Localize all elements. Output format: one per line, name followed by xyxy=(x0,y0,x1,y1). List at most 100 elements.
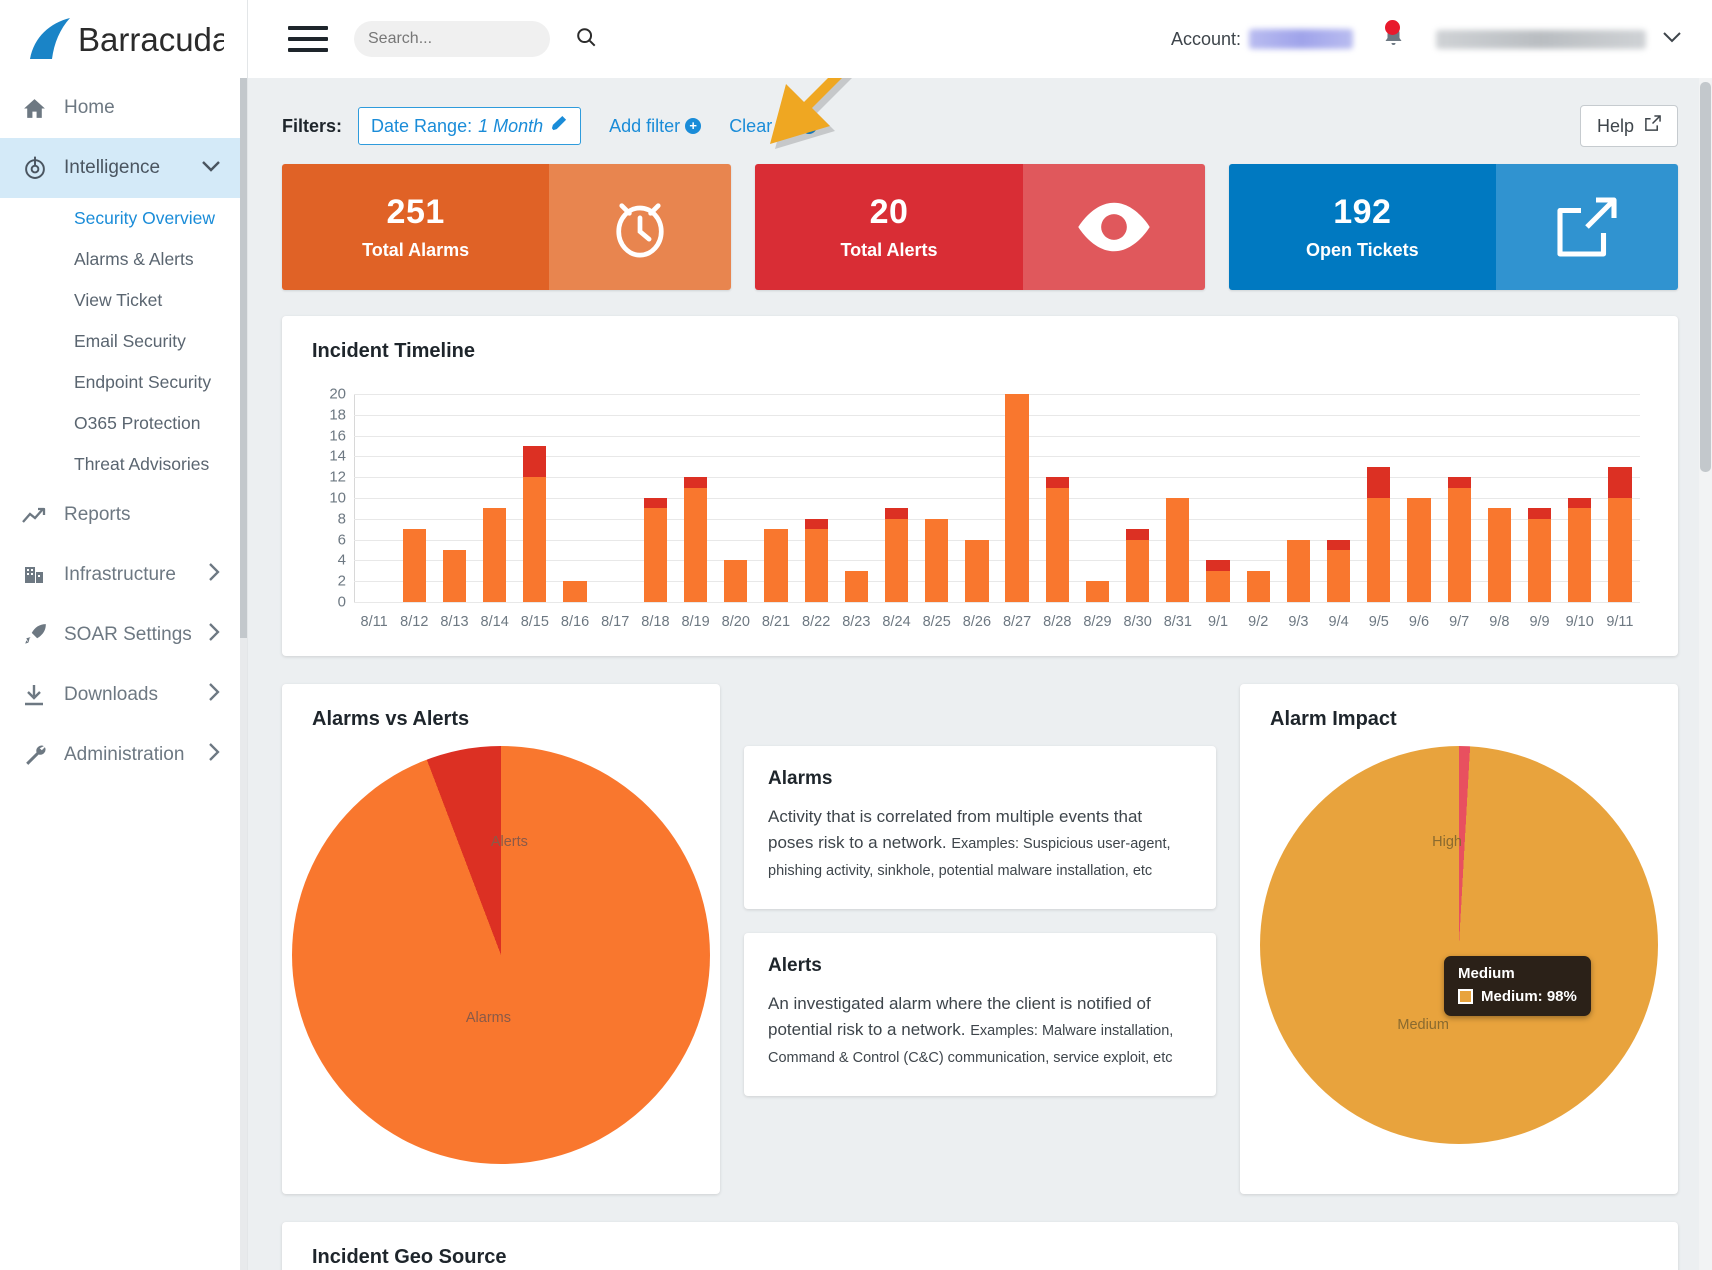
bar-segment-alerts[interactable] xyxy=(683,477,708,488)
stacked-bar[interactable] xyxy=(483,508,507,602)
bar-segment-alerts[interactable] xyxy=(884,508,909,519)
stacked-bar[interactable] xyxy=(1085,581,1110,602)
barracuda-logo[interactable]: Barracuda. xyxy=(0,0,247,78)
bar-segment-alarms[interactable] xyxy=(925,518,949,602)
chevron-right-icon[interactable] xyxy=(208,742,221,768)
bar-segment-alarms[interactable] xyxy=(523,477,547,602)
stacked-bar[interactable] xyxy=(1608,466,1632,602)
bar-segment-alarms[interactable] xyxy=(683,487,708,602)
bar-segment-alarms[interactable] xyxy=(764,529,788,602)
bar-segment-alarms[interactable] xyxy=(563,581,587,602)
bar-segment-alarms[interactable] xyxy=(1326,550,1351,602)
bar-segment-alarms[interactable] xyxy=(1447,487,1471,602)
bar-group[interactable]: 8/16 xyxy=(555,394,595,630)
bar-group[interactable]: 8/31 xyxy=(1158,394,1198,630)
bar-segment-alarms[interactable] xyxy=(804,529,828,602)
stacked-bar[interactable] xyxy=(1005,394,1029,602)
stacked-bar[interactable] xyxy=(523,446,547,602)
stacked-bar[interactable] xyxy=(1487,508,1511,602)
alarm-impact-pie[interactable]: High Medium xyxy=(1240,746,1678,1144)
bar-segment-alarms[interactable] xyxy=(1568,508,1592,602)
bar-group[interactable]: 9/5 xyxy=(1359,394,1399,630)
chevron-right-icon[interactable] xyxy=(208,562,221,588)
bar-segment-alarms[interactable] xyxy=(724,560,748,602)
bar-segment-alarms[interactable] xyxy=(1045,487,1069,602)
bar-segment-alarms[interactable] xyxy=(884,518,909,602)
bar-group[interactable]: 8/24 xyxy=(876,394,916,630)
bar-segment-alerts[interactable] xyxy=(1326,539,1351,550)
stat-card-total-alerts[interactable]: 20 Total Alerts xyxy=(755,164,1205,290)
chevron-down-icon[interactable] xyxy=(1662,30,1682,48)
bar-group[interactable]: 8/14 xyxy=(475,394,515,630)
bar-segment-alarms[interactable] xyxy=(402,529,426,602)
sidebar-item-o365-protection[interactable]: O365 Protection xyxy=(0,403,247,444)
sidebar-item-administration[interactable]: Administration xyxy=(0,725,247,785)
alarms-vs-alerts-pie[interactable]: Alerts Alarms xyxy=(282,746,720,1164)
bar-segment-alarms[interactable] xyxy=(1085,581,1110,602)
bar-segment-alerts[interactable] xyxy=(1367,466,1391,499)
stacked-bar[interactable] xyxy=(884,508,909,602)
stacked-bar[interactable] xyxy=(1166,498,1190,602)
stacked-bar[interactable] xyxy=(1286,539,1311,602)
bar-group[interactable]: 8/27 xyxy=(997,394,1037,630)
sidebar-item-alarms-alerts[interactable]: Alarms & Alerts xyxy=(0,239,247,280)
bar-segment-alarms[interactable] xyxy=(1246,570,1270,602)
bar-segment-alarms[interactable] xyxy=(1367,498,1391,602)
bar-group[interactable]: 8/12 xyxy=(394,394,434,630)
bar-segment-alerts[interactable] xyxy=(804,518,828,530)
chevron-right-icon[interactable] xyxy=(208,622,221,648)
bar-segment-alarms[interactable] xyxy=(1126,539,1150,602)
sidebar-item-view-ticket[interactable]: View Ticket xyxy=(0,280,247,321)
stacked-bar[interactable] xyxy=(724,560,748,602)
stacked-bar[interactable] xyxy=(804,518,828,602)
stacked-bar[interactable] xyxy=(1527,508,1552,602)
bar-group[interactable]: 8/30 xyxy=(1118,394,1158,630)
stacked-bar[interactable] xyxy=(925,518,949,602)
sidebar-item-email-security[interactable]: Email Security xyxy=(0,321,247,362)
stacked-bar[interactable] xyxy=(1246,570,1270,602)
bar-group[interactable]: 8/22 xyxy=(796,394,836,630)
bar-segment-alarms[interactable] xyxy=(844,570,868,602)
stacked-bar[interactable] xyxy=(1367,466,1391,602)
stacked-bar[interactable] xyxy=(442,550,467,602)
bar-group[interactable]: 9/10 xyxy=(1560,394,1600,630)
bar-segment-alerts[interactable] xyxy=(1568,498,1592,509)
bar-segment-alarms[interactable] xyxy=(643,508,668,602)
bar-segment-alerts[interactable] xyxy=(1527,508,1552,519)
pie-chart[interactable]: High Medium xyxy=(1260,746,1658,1144)
pie-chart[interactable]: Alerts Alarms xyxy=(292,746,710,1164)
bar-group[interactable]: 8/26 xyxy=(957,394,997,630)
sidebar-item-threat-advisories[interactable]: Threat Advisories xyxy=(0,444,247,485)
bar-group[interactable]: 9/3 xyxy=(1278,394,1318,630)
stacked-bar[interactable] xyxy=(643,498,668,602)
bar-segment-alarms[interactable] xyxy=(965,539,989,602)
sidebar-scrollbar-thumb[interactable] xyxy=(240,78,247,638)
bar-segment-alerts[interactable] xyxy=(1126,529,1150,540)
bar-segment-alerts[interactable] xyxy=(1045,477,1069,488)
stat-card-total-alarms[interactable]: 251 Total Alarms xyxy=(282,164,732,290)
bar-group[interactable]: 8/21 xyxy=(756,394,796,630)
sidebar-item-home[interactable]: Home xyxy=(0,78,247,138)
bar-group[interactable]: 9/7 xyxy=(1439,394,1479,630)
notification-bell-icon[interactable] xyxy=(1381,19,1406,55)
search-icon[interactable] xyxy=(575,26,597,53)
bar-segment-alerts[interactable] xyxy=(1206,560,1230,571)
bar-segment-alarms[interactable] xyxy=(442,550,467,602)
bar-group[interactable]: 9/8 xyxy=(1479,394,1519,630)
bar-group[interactable]: 8/15 xyxy=(515,394,555,630)
search-input[interactable] xyxy=(354,21,596,57)
bar-segment-alarms[interactable] xyxy=(1608,498,1632,602)
chevron-down-icon[interactable] xyxy=(201,157,221,179)
stacked-bar[interactable] xyxy=(1568,498,1592,602)
stacked-bar[interactable] xyxy=(563,581,587,602)
stacked-bar[interactable] xyxy=(764,529,788,602)
stacked-bar[interactable] xyxy=(683,477,708,602)
help-button[interactable]: Help xyxy=(1579,105,1678,147)
bar-group[interactable]: 9/2 xyxy=(1238,394,1278,630)
stacked-bar[interactable] xyxy=(402,529,426,602)
bar-segment-alarms[interactable] xyxy=(1005,394,1029,602)
add-filter-button[interactable]: Add filter + xyxy=(609,116,702,137)
bar-group[interactable]: 8/19 xyxy=(676,394,716,630)
bar-group[interactable]: 9/6 xyxy=(1399,394,1439,630)
bar-segment-alarms[interactable] xyxy=(1286,539,1311,602)
